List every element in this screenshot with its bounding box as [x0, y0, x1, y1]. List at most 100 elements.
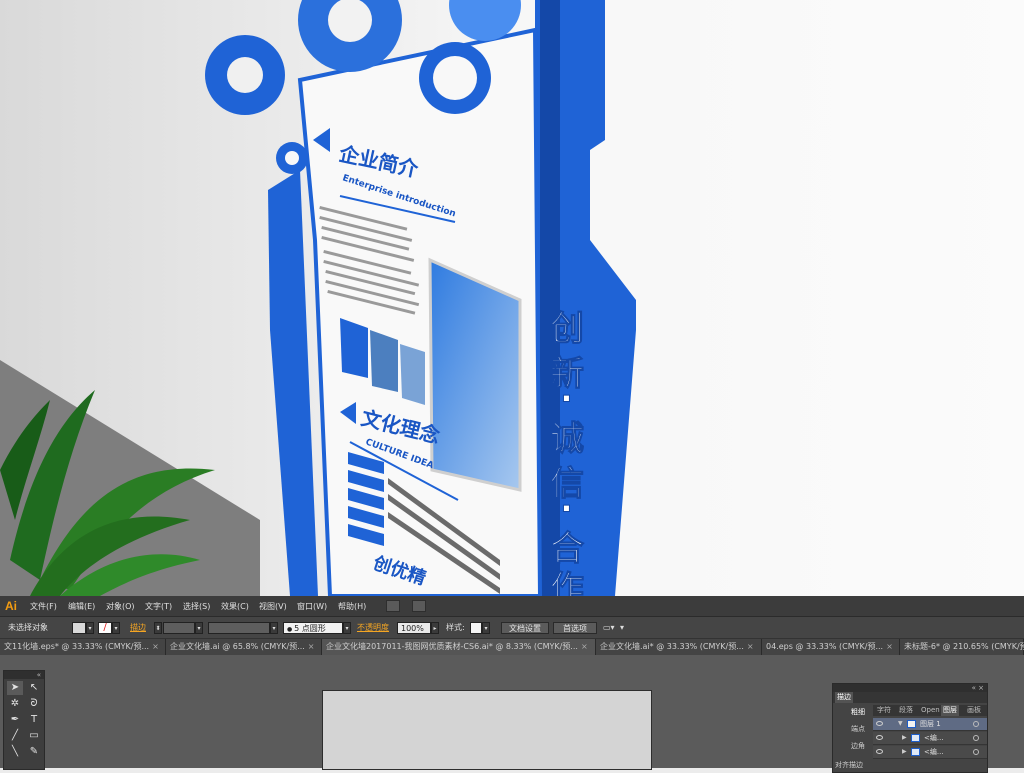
layers-panel: « × 描边 字符 段落 Open 图层 画板 粗细 端点 边角 对齐描边 ▼ … [832, 683, 988, 773]
artboard[interactable] [322, 690, 652, 770]
style-dropdown[interactable]: ▾ [482, 622, 490, 634]
style-label: 样式: [446, 623, 465, 632]
tab-artboards[interactable]: 画板 [965, 705, 983, 716]
canvas-workspace[interactable]: « ➤ ↖ ✲ ᘐ ✒ T ╱ ▭ ╲ ✎ « × 描边 字符 段落 Open … [0, 655, 1024, 773]
stroke-swatch[interactable]: / [98, 622, 112, 634]
fill-swatch[interactable] [72, 622, 86, 634]
close-icon[interactable]: × [308, 642, 315, 651]
layer-row[interactable]: ▶ <编... [873, 746, 987, 759]
tab-character[interactable]: 字符 [875, 705, 893, 716]
arrange-documents-icon[interactable] [412, 600, 426, 612]
document-setup-button[interactable]: 文档设置 [501, 622, 549, 634]
tools-panel: « ➤ ↖ ✲ ᘐ ✒ T ╱ ▭ ╲ ✎ [3, 670, 45, 770]
stroke-label[interactable]: 描边 [130, 622, 146, 634]
visibility-eye-icon[interactable] [876, 749, 883, 754]
opacity-label[interactable]: 不透明度 [357, 622, 389, 634]
style-swatch[interactable] [470, 622, 482, 634]
svg-text:创: 创 [549, 309, 584, 349]
arrange-icon[interactable]: ▭▾ [603, 622, 615, 634]
stroke-weight-field[interactable] [163, 622, 195, 634]
svg-text:·: · [560, 379, 573, 419]
direct-selection-tool-icon[interactable]: ↖ [26, 681, 42, 695]
preferences-button[interactable]: 首选项 [553, 622, 597, 634]
lasso-tool-icon[interactable]: ᘐ [26, 697, 42, 711]
layer-name: <编... [924, 748, 944, 756]
close-icon[interactable]: × [747, 642, 754, 651]
line-tool-icon[interactable]: ╱ [7, 729, 23, 743]
layer-thumbnail [911, 734, 920, 742]
menu-edit[interactable]: 编辑(E) [68, 601, 95, 612]
stroke-weight-label: 粗细 [851, 708, 865, 716]
illustrator-window: Ai 文件(F) 编辑(E) 对象(O) 文字(T) 选择(S) 效果(C) 视… [0, 596, 1024, 773]
tab-paragraph[interactable]: 段落 [897, 705, 915, 716]
layer-row[interactable]: ▶ <编... [873, 732, 987, 745]
expand-triangle-icon[interactable]: ▶ [902, 732, 907, 744]
close-icon[interactable]: × [886, 642, 893, 651]
stroke-weight-stepper[interactable]: ⬍ [154, 622, 162, 634]
visibility-eye-icon[interactable] [876, 735, 883, 740]
close-icon[interactable]: × [152, 642, 159, 651]
app-logo: Ai [5, 599, 17, 613]
layer-row[interactable]: ▼ 图层 1 [873, 718, 987, 731]
rectangle-tool-icon[interactable]: ▭ [26, 729, 42, 743]
opacity-field[interactable]: 100% [397, 622, 431, 634]
svg-text:·: · [560, 489, 573, 529]
expand-triangle-icon[interactable]: ▶ [902, 746, 907, 758]
svg-text:诚: 诚 [550, 419, 584, 459]
document-tab[interactable]: 未标题-6* @ 210.65% (CMYK/预...× [900, 639, 1024, 655]
menu-view[interactable]: 视图(V) [259, 601, 287, 612]
svg-text:合: 合 [550, 529, 584, 569]
fill-dropdown[interactable]: ▾ [86, 622, 94, 634]
menu-bar: Ai 文件(F) 编辑(E) 对象(O) 文字(T) 选择(S) 效果(C) 视… [0, 596, 1024, 617]
visibility-eye-icon[interactable] [876, 721, 883, 726]
target-circle-icon[interactable] [973, 749, 979, 755]
selection-tool-icon[interactable]: ➤ [7, 681, 23, 695]
document-tab[interactable]: 文11化墙.eps* @ 33.33% (CMYK/预... × [0, 639, 166, 655]
expand-triangle-icon[interactable]: ▼ [898, 718, 903, 730]
opacity-dropdown[interactable]: ▸ [431, 622, 439, 634]
layer-thumbnail [907, 720, 916, 728]
type-tool-icon[interactable]: T [26, 713, 42, 727]
menu-file[interactable]: 文件(F) [30, 601, 57, 612]
magic-wand-tool-icon[interactable]: ✲ [7, 697, 23, 711]
variable-width-dropdown[interactable]: ▾ [270, 622, 278, 634]
pen-tool-icon[interactable]: ✒ [7, 713, 23, 727]
stroke-weight-dropdown[interactable]: ▾ [195, 622, 203, 634]
target-circle-icon[interactable] [973, 735, 979, 741]
document-tab[interactable]: 企业文化墙.ai @ 65.8% (CMYK/预... × [166, 639, 322, 655]
menu-effect[interactable]: 效果(C) [221, 601, 249, 612]
tab-opentype[interactable]: Open [919, 705, 942, 716]
brush-field[interactable]: ● 5 点圆形 [283, 622, 343, 634]
pencil-tool-icon[interactable]: ✎ [26, 745, 42, 759]
close-icon[interactable]: × [581, 642, 588, 651]
target-circle-icon[interactable] [973, 721, 979, 727]
svg-text:作: 作 [550, 569, 584, 596]
signage-illustration: 企业简介 Enterprise introduction 文化理念 CULTUR… [0, 0, 1024, 596]
tools-panel-collapse-icon[interactable]: « [4, 671, 44, 679]
layer-thumbnail [911, 748, 920, 756]
variable-width-field[interactable] [208, 622, 270, 634]
panel-menu-icon[interactable]: ▾ [620, 622, 624, 634]
stroke-dropdown[interactable]: ▾ [112, 622, 120, 634]
cap-label: 端点 [851, 725, 865, 733]
photo-thumb-3 [400, 344, 425, 405]
brush-tool-icon[interactable]: ╲ [7, 745, 23, 759]
tab-stroke[interactable]: 描边 [835, 692, 853, 703]
menu-help[interactable]: 帮助(H) [338, 601, 366, 612]
corner-label: 边角 [851, 742, 865, 750]
menu-object[interactable]: 对象(O) [106, 601, 135, 612]
menu-select[interactable]: 选择(S) [183, 601, 210, 612]
document-tab-active[interactable]: 企业文化墙2017011-我图网优质素材-CS6.ai* @ 8.33% (CM… [322, 639, 596, 655]
align-stroke-label: 对齐描边 [835, 761, 863, 769]
menu-window[interactable]: 窗口(W) [297, 601, 327, 612]
panel-collapse-icon[interactable]: « × [833, 684, 987, 692]
selection-status: 未选择对象 [8, 623, 48, 632]
brush-dropdown[interactable]: ▾ [343, 622, 351, 634]
menu-type[interactable]: 文字(T) [145, 601, 172, 612]
tab-layers[interactable]: 图层 [941, 705, 959, 716]
document-tab[interactable]: 04.eps @ 33.33% (CMYK/预... × [762, 639, 900, 655]
photo-thumb-1 [340, 318, 368, 378]
gear-icon-right [419, 42, 491, 114]
bridge-icon[interactable] [386, 600, 400, 612]
document-tab[interactable]: 企业文化墙.ai* @ 33.33% (CMYK/预... × [596, 639, 762, 655]
